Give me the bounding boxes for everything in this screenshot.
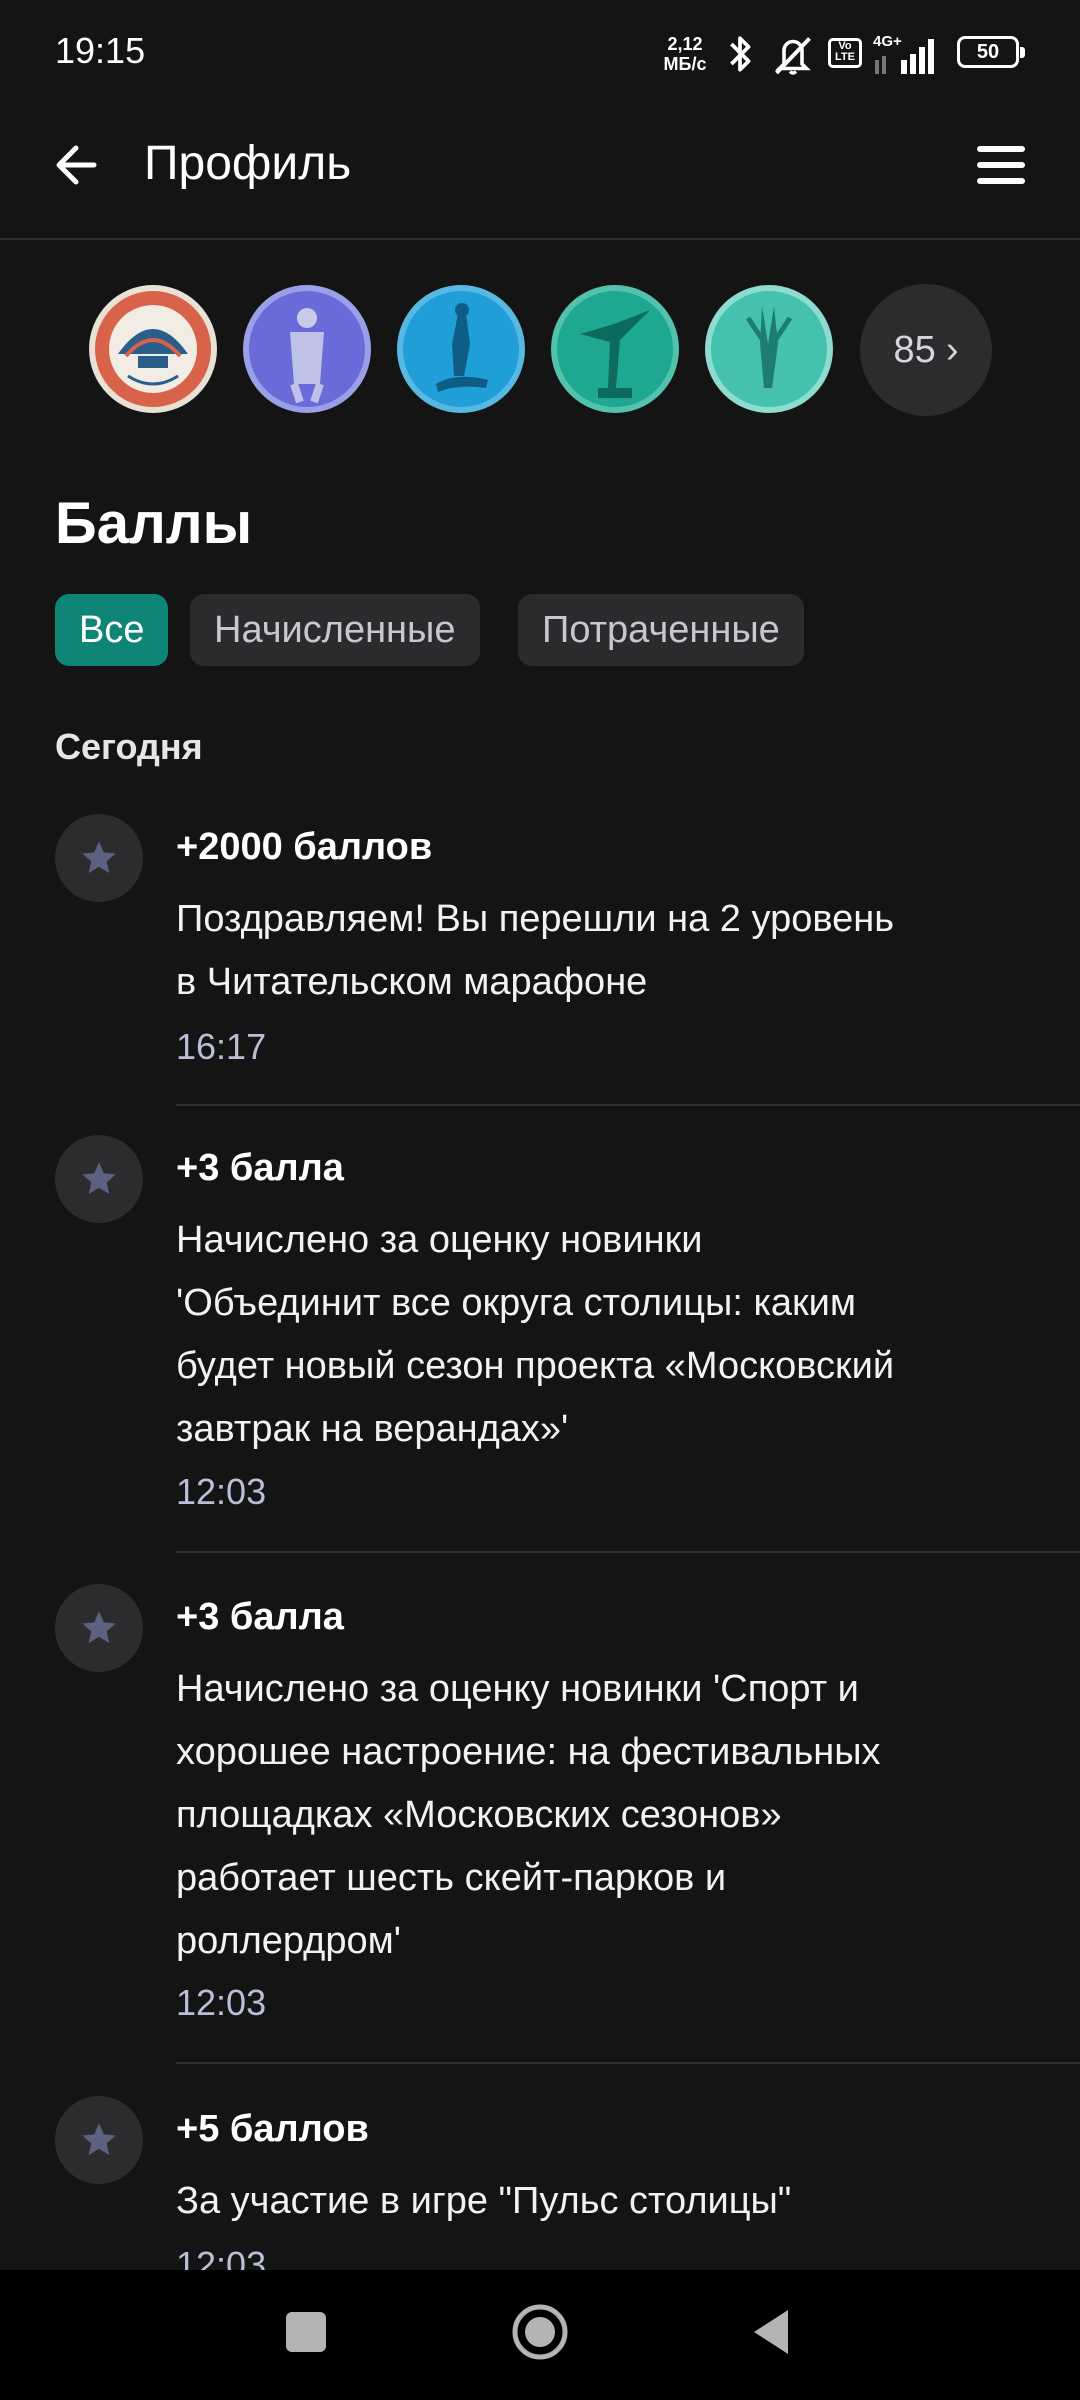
divider (176, 2062, 1080, 2064)
entry-line: хорошее настроение: на фестивальных (176, 1731, 881, 1773)
entry-time: 12:03 (176, 1471, 267, 1512)
system-nav-bar (0, 2270, 1080, 2400)
entry-line: в Читательском марафоне (176, 961, 648, 1003)
entry-points: +3 балла (176, 1596, 344, 1638)
mute-icon (775, 37, 811, 75)
network-speed: 2,12 МБ/с (660, 34, 710, 74)
badge-march[interactable] (396, 284, 526, 414)
entry-points: +3 балла (176, 1147, 344, 1189)
entry-line: Начислено за оценку новинки (176, 1219, 703, 1261)
entry-line: Поздравляем! Вы перешли на 2 уровень (176, 898, 895, 940)
more-badges-button[interactable]: 85 › (860, 284, 992, 416)
entry-time: 16:17 (176, 1026, 267, 1067)
entry-line: Начислено за оценку новинки 'Спорт и (176, 1668, 859, 1710)
network-speed-value: 2,12 (667, 34, 703, 54)
star-icon (55, 814, 143, 902)
network-speed-unit: МБ/с (663, 54, 707, 74)
more-badges-count: 85 (893, 328, 936, 371)
back-triangle-icon[interactable] (748, 2306, 796, 2358)
divider (176, 1551, 1080, 1553)
status-icons: 2,12 МБ/с Vo LTE 4G+ 50 (660, 30, 1080, 78)
entry-line: работает шесть скейт-парков и (176, 1857, 727, 1899)
volte-icon: Vo LTE (828, 38, 862, 68)
arrow-left-icon[interactable] (46, 132, 112, 198)
hamburger-menu-icon[interactable] (968, 132, 1034, 198)
entry-line: 'Объединит все округа столицы: каким (176, 1282, 857, 1324)
status-time: 19:15 (55, 30, 146, 71)
section-title: Баллы (55, 491, 253, 556)
badge-moscow-code[interactable] (88, 284, 218, 414)
entry-description: Поздравляем! Вы перешли на 2 уровень в Ч… (176, 888, 976, 1014)
star-icon (55, 1135, 143, 1223)
entry-line: завтрак на верандах»' (176, 1408, 569, 1450)
entry-line: роллердром' (176, 1920, 401, 1962)
battery-icon: 50 (957, 36, 1025, 68)
network-type: 4G+ (873, 33, 902, 50)
entry-line: За участие в игре "Пульс столицы" (176, 2180, 792, 2222)
app-header: Профиль (0, 104, 1080, 240)
filter-accrued[interactable]: Начисленные (190, 594, 480, 666)
filter-spent[interactable]: Потраченные (518, 594, 804, 666)
badges-row: 85 › (88, 284, 1008, 418)
entry-points: +2000 баллов (176, 826, 433, 868)
signal-icon: 4G+ (873, 33, 934, 74)
star-icon (55, 2096, 143, 2184)
recents-button[interactable] (286, 2312, 326, 2352)
entry-points: +5 баллов (176, 2108, 369, 2150)
entry-description: Начислено за оценку новинки 'Спорт и хор… (176, 1658, 976, 1973)
badge-january[interactable] (704, 284, 834, 414)
entry-line: будет новый сезон проекта «Московский (176, 1345, 895, 1387)
home-button[interactable] (510, 2302, 570, 2362)
badge-february[interactable] (550, 284, 680, 414)
page-title: Профиль (144, 137, 352, 190)
entry-description: Начислено за оценку новинки 'Объединит в… (176, 1209, 976, 1461)
star-icon (55, 1584, 143, 1672)
entry-line: площадках «Московских сезонов» (176, 1794, 782, 1836)
badge-april[interactable] (242, 284, 372, 414)
entry-description: За участие в игре "Пульс столицы" (176, 2170, 976, 2233)
chevron-right-icon: › (945, 328, 959, 371)
filter-all[interactable]: Все (55, 594, 169, 666)
status-bar: 19:15 2,12 МБ/с Vo LTE 4G+ 50 (0, 0, 1080, 104)
bluetooth-icon (730, 36, 751, 72)
entry-time: 12:03 (176, 1982, 267, 2023)
divider (176, 1104, 1080, 1106)
day-label: Сегодня (55, 726, 203, 767)
